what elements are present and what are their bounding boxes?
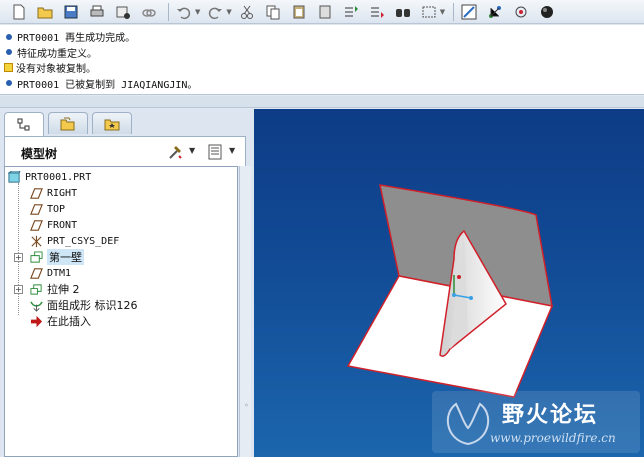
tree-settings-dropdown-icon[interactable]: ▼	[189, 146, 195, 155]
select-dropdown-icon[interactable]: ▼	[440, 8, 445, 16]
regenerate-button[interactable]	[340, 2, 362, 22]
cut-button[interactable]	[236, 2, 258, 22]
panel-divider[interactable]	[0, 96, 644, 108]
model-tree-header: 模型树 ▼ ▼	[4, 136, 246, 166]
graphics-viewport[interactable]: 野火论坛 www.proewildfire.cn	[254, 109, 644, 457]
tree-item-label: 拉伸 2	[47, 283, 80, 296]
tree-settings-icon[interactable]	[165, 142, 185, 162]
tab-favorites[interactable]	[92, 112, 132, 134]
message-line: PRT0001 再生成功完成。	[4, 29, 644, 45]
toolbar-separator	[453, 2, 455, 21]
part-icon	[7, 170, 21, 184]
new-file-button[interactable]	[8, 2, 30, 22]
message-line: PRT0001 已被复制到 JIAQIANGJIN。	[4, 76, 644, 92]
tree-item-right[interactable]: RIGHT	[29, 185, 77, 201]
paste-button[interactable]	[288, 2, 310, 22]
link-button[interactable]	[138, 2, 160, 22]
message-text: PRT0001 再生成功完成。	[17, 33, 136, 45]
message-area: PRT0001 再生成功完成。 特征成功重定义。 没有对象被复制。 PRT000…	[0, 25, 644, 95]
tree-item-label: RIGHT	[47, 187, 78, 199]
extrude-feature-icon	[29, 282, 43, 296]
tree-expander[interactable]: +	[14, 253, 23, 262]
tree-show-dropdown-icon[interactable]: ▼	[229, 146, 235, 155]
csys-origin	[452, 293, 456, 297]
copy-button[interactable]	[262, 2, 284, 22]
find-button[interactable]	[392, 2, 414, 22]
tree-item-top[interactable]: TOP	[29, 201, 65, 217]
info-bullet-icon	[6, 80, 12, 87]
select-box-button[interactable]	[418, 2, 440, 22]
toolbar-separator	[168, 2, 169, 21]
tree-item-front[interactable]: FRONT	[29, 217, 77, 233]
message-line: 特征成功重定义。	[4, 45, 644, 61]
datum-plane-icon	[29, 202, 43, 216]
tree-item-label: PRT_CSYS_DEF	[47, 235, 120, 247]
tree-item-label: DTM1	[47, 267, 72, 279]
datum-plane-icon	[29, 186, 43, 200]
message-text: 特征成功重定义。	[17, 48, 97, 60]
warning-icon	[4, 63, 13, 73]
tree-item-extrude-2[interactable]: 拉伸 2	[29, 281, 80, 297]
watermark-logo-icon	[447, 402, 489, 446]
datum-display-button[interactable]	[458, 2, 480, 22]
save-button[interactable]	[60, 2, 82, 22]
datum-plane-icon	[29, 218, 43, 232]
model-tree: PRT0001.PRT RIGHT TOP FRONT PRT_CSYS_DEF…	[4, 166, 238, 457]
tree-item-insert-here[interactable]: 在此插入	[29, 313, 91, 329]
forum-watermark: 野火论坛 www.proewildfire.cn	[432, 391, 640, 453]
main-toolbar: ▼ ▼ ▼	[0, 0, 644, 24]
tree-item-label: PRT0001.PRT	[25, 171, 92, 183]
navigator-panel: 模型树 ▼ ▼ PRT0001.PRT RIGHT TOP FRONT PRT_…	[0, 109, 254, 457]
scroll-grip-icon[interactable]: ◦	[244, 401, 249, 410]
tree-item-label: FRONT	[47, 219, 78, 231]
tree-item-label: 面组成形 标识126	[47, 299, 138, 312]
paste-special-button[interactable]	[314, 2, 336, 22]
tree-expander[interactable]: +	[14, 285, 23, 294]
folder-browser-icon	[60, 117, 75, 130]
favorites-folder-icon	[104, 119, 120, 130]
navigator-tabs	[4, 112, 136, 136]
tree-item-first-wall[interactable]: 第一壁	[29, 249, 84, 265]
redo-dropdown-icon[interactable]: ▼	[226, 8, 231, 16]
tree-item-form[interactable]: 面组成形 标识126	[29, 297, 138, 313]
redo-button[interactable]	[204, 2, 226, 22]
tree-item-root[interactable]: PRT0001.PRT	[7, 169, 91, 185]
message-line: 没有对象被复制。	[4, 60, 644, 76]
csys-icon	[29, 234, 43, 248]
shading-button[interactable]	[536, 2, 558, 22]
model-tree-icon	[17, 118, 30, 130]
send-mail-button[interactable]	[112, 2, 134, 22]
tree-guide-line	[18, 183, 19, 315]
tree-item-label: TOP	[47, 203, 66, 215]
tree-scrollbar[interactable]: ◦	[239, 166, 251, 457]
csys-top-end	[457, 275, 461, 279]
wall-feature-icon	[29, 250, 43, 264]
tree-item-label: 第一壁	[47, 249, 84, 265]
datum-plane-icon	[29, 266, 43, 280]
tab-model-tree[interactable]	[4, 112, 44, 136]
undo-button[interactable]	[173, 2, 195, 22]
info-bullet-icon	[6, 33, 12, 40]
form-feature-icon	[29, 298, 43, 312]
tree-item-csys[interactable]: PRT_CSYS_DEF	[29, 233, 119, 249]
message-text: PRT0001 已被复制到 JIAQIANGJIN。	[17, 79, 198, 91]
axis-display-button[interactable]	[484, 2, 506, 22]
tab-folder-browser[interactable]	[48, 112, 88, 134]
point-display-button[interactable]	[510, 2, 532, 22]
tree-item-dtm1[interactable]: DTM1	[29, 265, 71, 281]
print-button[interactable]	[86, 2, 108, 22]
insert-arrow-icon	[29, 314, 43, 328]
model-tree-title: 模型树	[21, 147, 58, 161]
csys-x-end	[469, 296, 473, 300]
watermark-title: 野火论坛	[502, 403, 599, 428]
tree-item-label: 在此插入	[47, 315, 91, 328]
open-file-button[interactable]	[34, 2, 56, 22]
message-text: 没有对象被复制。	[16, 64, 96, 76]
tree-show-icon[interactable]	[205, 142, 225, 162]
regen-manager-button[interactable]	[366, 2, 388, 22]
watermark-url: www.proewildfire.cn	[490, 431, 616, 445]
info-bullet-icon	[6, 49, 12, 56]
undo-dropdown-icon[interactable]: ▼	[195, 8, 200, 16]
